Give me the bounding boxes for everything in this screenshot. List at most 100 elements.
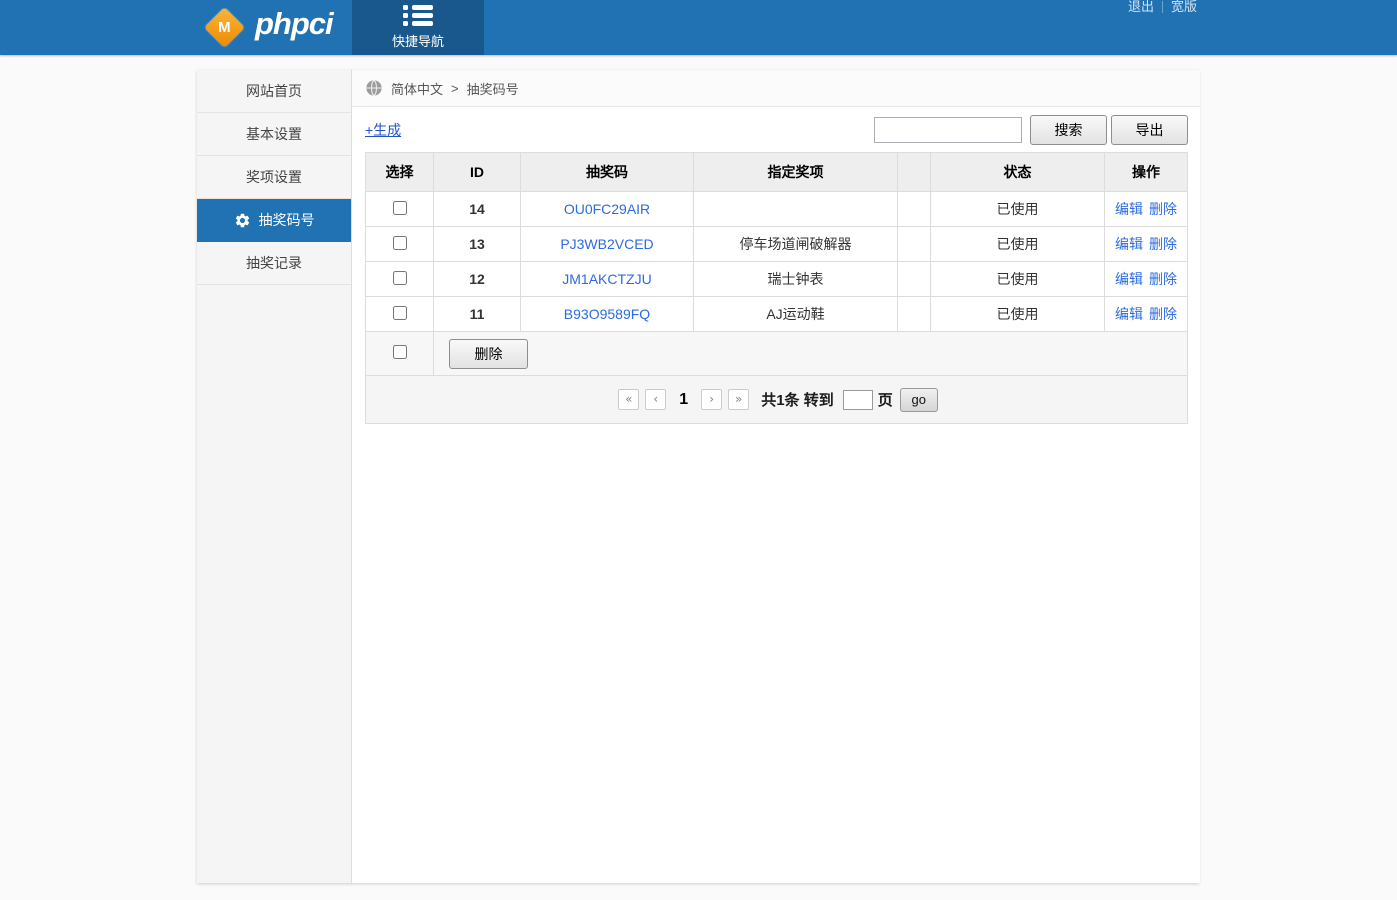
- sidebar-item-lottery-records[interactable]: 抽奖记录: [197, 242, 351, 285]
- code-cell: OU0FC29AIR: [521, 192, 694, 227]
- gear-icon: [234, 212, 251, 229]
- search-button[interactable]: 搜索: [1030, 115, 1107, 145]
- prev-page-button[interactable]: ‹: [645, 389, 666, 410]
- header-prize: 指定奖项: [694, 153, 898, 192]
- page-number-input[interactable]: [843, 390, 873, 410]
- header-select: 选择: [366, 153, 434, 192]
- batch-delete-button[interactable]: 删除: [449, 339, 528, 369]
- edit-link[interactable]: 编辑: [1115, 271, 1143, 287]
- top-right-links: 退出 宽版: [1128, 0, 1197, 14]
- edit-link[interactable]: 编辑: [1115, 236, 1143, 252]
- sidebar-item-label: 网站首页: [246, 81, 302, 101]
- actions-cell: 编辑删除: [1105, 297, 1188, 332]
- first-page-button[interactable]: «: [618, 389, 639, 410]
- prize-cell: 停车场道闸破解器: [694, 227, 898, 262]
- table-row: 14 OU0FC29AIR 已使用 编辑删除: [366, 192, 1188, 227]
- logo-mark: M: [218, 19, 231, 36]
- edit-link[interactable]: 编辑: [1115, 201, 1143, 217]
- pagination: « ‹ 1 › » 共1条 转到 页 go: [367, 388, 1186, 412]
- empty-cell: [898, 262, 931, 297]
- empty-cell: [898, 227, 931, 262]
- pagination-cell: « ‹ 1 › » 共1条 转到 页 go: [366, 376, 1188, 424]
- code-link[interactable]: B93O9589FQ: [564, 306, 650, 322]
- delete-link[interactable]: 删除: [1149, 271, 1177, 287]
- sidebar: 网站首页 基本设置 奖项设置 抽奖码号 抽奖记录: [197, 70, 352, 883]
- toolbar: +生成 搜索 导出: [365, 107, 1188, 152]
- breadcrumb-current: 抽奖码号: [467, 79, 519, 98]
- id-cell: 13: [434, 227, 521, 262]
- row-checkbox[interactable]: [393, 236, 407, 250]
- header-actions: 操作: [1105, 153, 1188, 192]
- globe-icon: [365, 79, 383, 97]
- quick-nav-label: 快捷导航: [392, 31, 444, 50]
- header-empty: [898, 153, 931, 192]
- code-link[interactable]: JM1AKCTZJU: [562, 271, 651, 287]
- status-cell: 已使用: [931, 297, 1105, 332]
- delete-link[interactable]: 删除: [1149, 236, 1177, 252]
- select-all-cell: [366, 332, 434, 376]
- total-count-text: 共1条 转到: [761, 389, 834, 410]
- top-links-divider: [1162, 1, 1163, 13]
- top-header: M phpci 快捷导航 退出 宽版: [0, 0, 1397, 55]
- table-row: 12 JM1AKCTZJU 瑞士钟表 已使用 编辑删除: [366, 262, 1188, 297]
- batch-delete-cell: 删除: [434, 332, 1188, 376]
- header-id: ID: [434, 153, 521, 192]
- header-code: 抽奖码: [521, 153, 694, 192]
- status-cell: 已使用: [931, 227, 1105, 262]
- select-cell: [366, 297, 434, 332]
- wide-version-link[interactable]: 宽版: [1171, 0, 1197, 14]
- row-checkbox[interactable]: [393, 271, 407, 285]
- table-row: 11 B93O9589FQ AJ运动鞋 已使用 编辑删除: [366, 297, 1188, 332]
- search-input[interactable]: [874, 117, 1022, 143]
- next-page-button[interactable]: ›: [701, 389, 722, 410]
- empty-cell: [898, 192, 931, 227]
- lottery-codes-table: 选择 ID 抽奖码 指定奖项 状态 操作 14 OU0FC29AIR: [365, 152, 1188, 424]
- edit-link[interactable]: 编辑: [1115, 306, 1143, 322]
- select-all-checkbox[interactable]: [393, 345, 407, 359]
- logo-diamond-icon: M: [204, 6, 245, 47]
- header-status: 状态: [931, 153, 1105, 192]
- sidebar-item-label: 奖项设置: [246, 167, 302, 187]
- page-container: 网站首页 基本设置 奖项设置 抽奖码号 抽奖记录 简体中文 > 抽奖码号: [197, 70, 1199, 883]
- logout-link[interactable]: 退出: [1128, 0, 1154, 14]
- delete-link[interactable]: 删除: [1149, 306, 1177, 322]
- main-area: 简体中文 > 抽奖码号 +生成 搜索 导出 选择: [352, 70, 1200, 883]
- table-header-row: 选择 ID 抽奖码 指定奖项 状态 操作: [366, 153, 1188, 192]
- search-group: 搜索 导出: [874, 115, 1188, 145]
- last-page-button[interactable]: »: [728, 389, 749, 410]
- prize-cell: AJ运动鞋: [694, 297, 898, 332]
- status-cell: 已使用: [931, 192, 1105, 227]
- empty-cell: [898, 297, 931, 332]
- content-area: +生成 搜索 导出 选择 ID 抽奖码 指定奖项: [352, 107, 1200, 424]
- actions-cell: 编辑删除: [1105, 262, 1188, 297]
- code-cell: B93O9589FQ: [521, 297, 694, 332]
- sidebar-item-basic-settings[interactable]: 基本设置: [197, 113, 351, 156]
- app-logo[interactable]: M phpci: [204, 6, 333, 42]
- breadcrumb-language: 简体中文: [391, 79, 443, 98]
- status-cell: 已使用: [931, 262, 1105, 297]
- breadcrumb-separator: >: [451, 81, 459, 96]
- sidebar-item-label: 抽奖码号: [259, 210, 315, 230]
- sidebar-item-prize-settings[interactable]: 奖项设置: [197, 156, 351, 199]
- generate-link[interactable]: +生成: [365, 120, 401, 140]
- code-link[interactable]: PJ3WB2VCED: [560, 236, 653, 252]
- actions-cell: 编辑删除: [1105, 227, 1188, 262]
- export-button[interactable]: 导出: [1111, 115, 1188, 145]
- row-checkbox[interactable]: [393, 306, 407, 320]
- id-cell: 12: [434, 262, 521, 297]
- breadcrumb: 简体中文 > 抽奖码号: [352, 70, 1200, 107]
- logo-text: phpci: [255, 6, 333, 42]
- row-checkbox[interactable]: [393, 201, 407, 215]
- actions-cell: 编辑删除: [1105, 192, 1188, 227]
- delete-link[interactable]: 删除: [1149, 201, 1177, 217]
- prize-cell: 瑞士钟表: [694, 262, 898, 297]
- quick-nav-button[interactable]: 快捷导航: [352, 0, 484, 55]
- list-icon: [403, 5, 433, 26]
- select-cell: [366, 262, 434, 297]
- id-cell: 14: [434, 192, 521, 227]
- code-link[interactable]: OU0FC29AIR: [564, 201, 650, 217]
- sidebar-item-lottery-codes[interactable]: 抽奖码号: [197, 199, 351, 242]
- sidebar-item-home[interactable]: 网站首页: [197, 70, 351, 113]
- page-unit-label: 页: [878, 389, 893, 410]
- go-button[interactable]: go: [900, 388, 938, 412]
